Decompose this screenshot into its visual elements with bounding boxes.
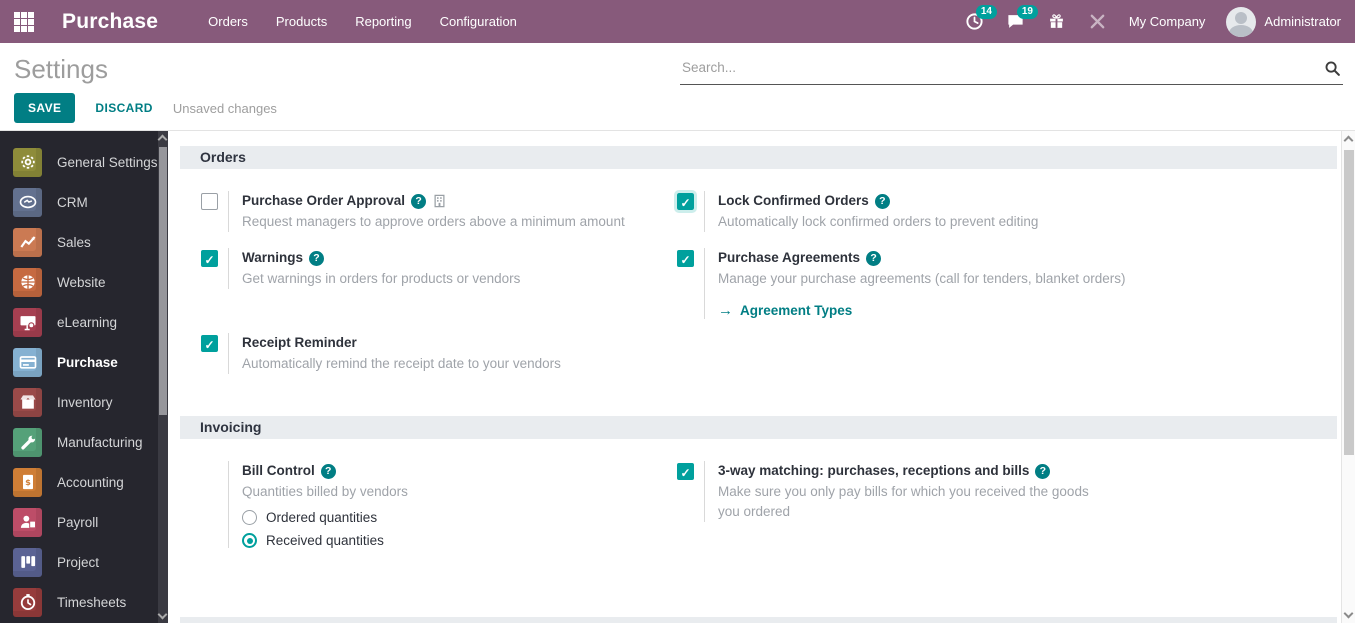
user-name: Administrator	[1264, 14, 1341, 29]
sidebar-scroll-thumb[interactable]	[159, 147, 167, 415]
section-header-orders: Orders	[180, 146, 1337, 169]
lock-confirmed-orders-checkbox[interactable]	[674, 190, 697, 213]
setting-3-way-matching: 3-way matching: purchases, receptions an…	[677, 461, 1108, 522]
sidebar-item-timesheets[interactable]: Timesheets	[0, 582, 168, 622]
employee-icon	[13, 507, 42, 537]
handshake-icon	[13, 187, 42, 217]
settings-sidebar: General Settings CRM Sales Website eLear…	[0, 131, 168, 623]
scroll-down-icon[interactable]	[157, 609, 168, 620]
line-chart-icon	[13, 227, 42, 257]
globe-icon	[13, 267, 42, 297]
wrench-icon	[13, 427, 42, 457]
sidebar-item-general-settings[interactable]: General Settings	[0, 142, 168, 182]
setting-warnings: Warnings ? Get warnings in orders for pr…	[201, 248, 668, 289]
sidebar-item-website[interactable]: Website	[0, 262, 168, 302]
box-icon	[13, 387, 42, 417]
help-icon[interactable]: ?	[874, 193, 890, 209]
menu-orders[interactable]: Orders	[206, 10, 250, 33]
section-header-products: Products	[180, 617, 1337, 623]
app-title: Purchase	[62, 9, 159, 33]
discard-button[interactable]: DISCARD	[95, 101, 152, 115]
unsaved-changes-text: Unsaved changes	[172, 100, 277, 116]
user-avatar	[1226, 6, 1257, 37]
radio-received-quantities[interactable]: Received quantities	[242, 533, 668, 548]
search-bar	[680, 55, 1343, 85]
help-icon[interactable]: ?	[309, 250, 325, 266]
sidebar-item-manufacturing[interactable]: Manufacturing	[0, 422, 168, 462]
activities-clock-icon[interactable]: 14	[965, 4, 997, 32]
setting-receipt-reminder: Receipt Reminder Automatically remind th…	[201, 333, 668, 374]
help-icon[interactable]: ?	[320, 463, 336, 479]
sidebar-item-purchase[interactable]: Purchase	[0, 342, 168, 382]
scroll-up-icon[interactable]	[157, 134, 168, 145]
setting-bill-control: Bill Control ? Quantities billed by vend…	[228, 461, 668, 548]
main-scrollbar[interactable]	[1341, 131, 1355, 623]
main-menu: Orders Products Reporting Configuration	[206, 10, 519, 33]
sidebar-scrollbar[interactable]	[157, 131, 168, 623]
gift-icon[interactable]	[1047, 12, 1067, 32]
developer-tools-icon[interactable]	[1088, 12, 1108, 32]
save-button[interactable]: SAVE	[14, 93, 76, 123]
sidebar-item-elearning[interactable]: eLearning	[0, 302, 168, 342]
company-switcher[interactable]: My Company	[1129, 14, 1206, 29]
main-scroll-thumb[interactable]	[1344, 150, 1354, 455]
page-title: Settings	[14, 54, 108, 84]
warnings-checkbox[interactable]	[201, 250, 218, 267]
invoice-icon: $	[13, 467, 42, 497]
messages-chat-icon[interactable]: 19	[1006, 4, 1038, 32]
sidebar-item-accounting[interactable]: $ Accounting	[0, 462, 168, 502]
setting-purchase-agreements: Purchase Agreements ? Manage your purcha…	[677, 248, 1204, 319]
presentation-icon	[13, 307, 42, 337]
radio-button[interactable]	[242, 533, 257, 548]
search-input[interactable]	[680, 55, 1315, 80]
receipt-reminder-checkbox[interactable]	[201, 335, 218, 352]
sidebar-item-crm[interactable]: CRM	[0, 182, 168, 222]
top-navbar: Purchase Orders Products Reporting Confi…	[0, 0, 1355, 43]
control-panel: Settings SAVE DISCARD Unsaved changes	[0, 43, 1355, 131]
gear-icon	[13, 147, 42, 177]
svg-text:$: $	[25, 477, 31, 487]
help-icon[interactable]: ?	[1035, 463, 1051, 479]
stopwatch-icon	[13, 587, 42, 617]
help-icon[interactable]: ?	[866, 250, 882, 266]
apps-menu-icon[interactable]	[14, 11, 34, 32]
enterprise-building-icon	[434, 194, 445, 208]
kanban-icon	[13, 547, 42, 577]
sidebar-item-project[interactable]: Project	[0, 542, 168, 582]
activities-badge: 14	[975, 4, 997, 19]
sidebar-item-inventory[interactable]: Inventory	[0, 382, 168, 422]
user-menu[interactable]: Administrator	[1226, 6, 1341, 37]
radio-ordered-quantities[interactable]: Ordered quantities	[242, 510, 668, 525]
purchase-order-approval-checkbox[interactable]	[201, 193, 218, 210]
three-way-matching-checkbox[interactable]	[677, 463, 694, 480]
sidebar-item-sales[interactable]: Sales	[0, 222, 168, 262]
scroll-up-icon[interactable]	[1343, 135, 1354, 146]
help-icon[interactable]: ?	[411, 193, 427, 209]
navbar-right: 14 19 My Company Administrator	[965, 4, 1355, 37]
menu-reporting[interactable]: Reporting	[353, 10, 413, 33]
radio-button[interactable]	[242, 510, 257, 525]
sidebar-item-payroll[interactable]: Payroll	[0, 502, 168, 542]
scroll-down-icon[interactable]	[1343, 608, 1354, 619]
messages-badge: 19	[1016, 4, 1038, 19]
credit-card-icon	[13, 347, 42, 377]
arrow-right-icon: →	[718, 302, 733, 319]
setting-purchase-order-approval: Purchase Order Approval ? Request manage…	[201, 191, 668, 232]
menu-products[interactable]: Products	[274, 10, 329, 33]
menu-configuration[interactable]: Configuration	[438, 10, 519, 33]
search-icon[interactable]	[1324, 60, 1341, 82]
setting-lock-confirmed-orders: Lock Confirmed Orders ? Automatically lo…	[674, 190, 1204, 232]
agreement-types-link[interactable]: → Agreement Types	[718, 302, 1204, 319]
section-header-invoicing: Invoicing	[180, 416, 1337, 439]
purchase-agreements-checkbox[interactable]	[677, 250, 694, 267]
settings-content: Orders Purchase Order Approval ? Request…	[168, 131, 1341, 623]
